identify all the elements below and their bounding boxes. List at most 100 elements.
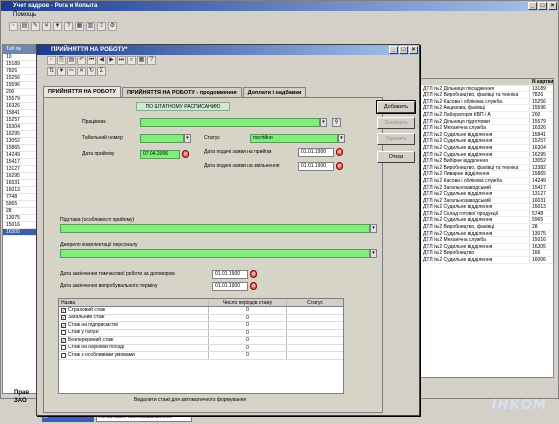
seniority-checkbox[interactable]: ✓ — [61, 315, 66, 321]
list-item[interactable]: ДТЛ №2 Cудильне відділення 5965 — [421, 217, 553, 225]
export-icon[interactable]: ⇪ — [97, 21, 106, 31]
table-row[interactable]: Стаж у галузі 0 — [59, 329, 343, 337]
minimize-icon[interactable]: _ — [528, 2, 537, 10]
next-record-icon[interactable]: ▶ — [107, 56, 116, 65]
source-field[interactable] — [60, 249, 370, 258]
table-row[interactable]: ✓ Загальний стаж 0 — [59, 314, 343, 322]
source-dropdown-icon[interactable]: ▾ — [370, 249, 377, 258]
seniority-checkbox[interactable]: ✓ — [61, 322, 66, 328]
refresh-icon[interactable]: ↻ — [87, 67, 96, 76]
list-item[interactable]: ДТЛ №2 Cудильне відділення 16013 — [421, 204, 553, 211]
dismiss-submit-field[interactable]: 01.01.1900 — [298, 162, 334, 171]
settings-icon[interactable]: ⚙ — [108, 21, 117, 31]
list-item[interactable]: ДТЛ №2 Cудильне відділення 16295 — [421, 151, 553, 159]
tab-number-dropdown-icon[interactable]: ▾ — [184, 134, 191, 143]
basis-field[interactable] — [60, 224, 370, 233]
tab-number-field[interactable] — [140, 134, 184, 143]
employee-lookup-icon[interactable]: ⚲ — [332, 118, 341, 127]
list-item[interactable]: ДТЛ №2 Cудильне відділення 13075 — [421, 230, 553, 238]
hire-date-clear-icon[interactable]: ø — [182, 150, 189, 158]
cancel-button[interactable]: Отказ — [377, 151, 415, 163]
edit-icon[interactable]: ✎ — [31, 21, 40, 31]
maximize-icon[interactable]: □ — [538, 2, 547, 10]
tab-hire[interactable]: ПРИЙНЯТТЯ НА РОБОТУ — [43, 86, 121, 97]
list-item[interactable]: ДТЛ №2 Дільниця посадження 13189 — [421, 85, 553, 93]
open-icon[interactable]: ▤ — [20, 21, 29, 31]
status-dropdown-icon[interactable]: ▾ — [338, 134, 345, 143]
list-item[interactable]: ДТЛ №2 Cудильне відділення 16305 — [421, 243, 553, 251]
status-field[interactable]: постійно — [250, 134, 338, 143]
table-row[interactable]: Стаж з особливими умовами 0 — [59, 352, 343, 360]
list-item[interactable]: ДТЛ №2 Cудильне відділення 16006 — [421, 257, 553, 264]
list-item[interactable]: ДТЛ №2 Лабораторія КВП і А 200 — [421, 111, 553, 119]
submit-date-field[interactable]: 01.01.1900 — [298, 148, 334, 157]
list-item[interactable]: ДТЛ №2 Cудильне відділення 15257 — [421, 138, 553, 145]
cut-icon[interactable]: ✂ — [67, 67, 76, 76]
employee-field[interactable] — [140, 118, 320, 127]
contract-end-field[interactable]: 01.01.1900 — [212, 270, 248, 279]
find-icon[interactable]: ⌕ — [127, 56, 136, 65]
list-item[interactable]: ДТЛ №2 Акцизова, фахівці 15596 — [421, 105, 553, 112]
seniority-table[interactable]: Назва Число періодів стажу Статус ✓ Страх… — [58, 298, 344, 394]
dialog-close-icon[interactable]: × — [409, 46, 418, 54]
report-icon[interactable]: ▥ — [86, 21, 95, 31]
filter-record-icon[interactable]: ▼ — [57, 67, 66, 76]
tab-hire-continued[interactable]: ПРИЙНЯТТЯ НА РОБОТУ - продовження — [121, 87, 242, 97]
undo-icon[interactable]: ↶ — [77, 56, 86, 65]
list-item[interactable]: ДТЛ №2 Cудильне відділення 16304 — [421, 144, 553, 152]
help-icon[interactable]: ? — [64, 21, 73, 31]
print-record-icon[interactable]: ▦ — [137, 56, 146, 65]
dismiss-submit-clear-icon[interactable]: ø — [336, 162, 343, 170]
list-item[interactable]: ДТЛ №2 Касова і облікова служба 14249 — [421, 177, 553, 185]
list-item[interactable]: ДТЛ №2 Механічна служба 15016 — [421, 237, 553, 244]
prev-record-icon[interactable]: ◀ — [97, 56, 106, 65]
list-item[interactable]: ДТЛ №2 Вибірне відділення 13052 — [421, 158, 553, 165]
seniority-checkbox[interactable]: ✓ — [61, 337, 66, 343]
list-item[interactable]: ДТЛ №2 Виробництво, фахівці 28 — [421, 224, 553, 231]
list-item[interactable]: ДТЛ №2 Загальнозаводський 16031 — [421, 197, 553, 205]
menu-help[interactable]: Помощь — [13, 12, 36, 18]
list-item[interactable]: ДТЛ №2 Механічна служба 16326 — [421, 125, 553, 132]
close-icon[interactable]: × — [548, 2, 557, 10]
copy-icon[interactable]: ⎘ — [57, 56, 66, 65]
employee-dropdown-icon[interactable]: ▾ — [320, 118, 327, 127]
table-row[interactable]: ✓ Стаж на підприємстві 0 — [59, 322, 343, 330]
new-record-icon[interactable]: ▫ — [47, 56, 56, 65]
new-icon[interactable]: ▫ — [9, 21, 18, 31]
calc-icon[interactable]: Σ — [97, 67, 106, 76]
print-icon[interactable]: ▦ — [75, 21, 84, 31]
delete-button[interactable]: Удалить — [377, 133, 415, 145]
dialog-help-icon[interactable]: ? — [147, 56, 156, 65]
list-item[interactable]: ДТЛ №2 Виробництво, фахівці та техніка 13… — [421, 164, 553, 172]
probation-end-field[interactable]: 01.01.1900 — [212, 282, 248, 291]
employee-list-right[interactable]: N картки ДТЛ №2 Дільниця посадження 13189… — [420, 78, 554, 378]
paste-icon[interactable]: ▤ — [67, 56, 76, 65]
hire-date-field[interactable]: 07.04.2006 — [140, 150, 180, 159]
clear-icon[interactable]: ✕ — [77, 67, 86, 76]
delete-icon[interactable]: ✕ — [42, 21, 51, 31]
submit-date-clear-icon[interactable]: ø — [336, 148, 343, 156]
seniority-checkbox[interactable] — [61, 352, 66, 358]
list-item[interactable]: ДТЛ №2 Cклад готової продукції 5748 — [421, 210, 553, 218]
table-row[interactable]: ✓ Страховий стаж 0 — [59, 307, 343, 315]
list-item[interactable]: ДТЛ №2 Касова і облікова служба 15256 — [421, 98, 553, 106]
dialog-maximize-icon[interactable]: □ — [399, 46, 408, 54]
probation-end-clear-icon[interactable]: ø — [250, 282, 257, 290]
list-item[interactable]: ДТЛ №2 Cудильне відділення 15841 — [421, 131, 553, 139]
save-button[interactable]: Записать — [377, 117, 415, 129]
table-row[interactable]: ✓ Безперервний стаж 0 — [59, 337, 343, 345]
table-row[interactable]: Стаж на науковій посаді 0 — [59, 344, 343, 352]
dialog-minimize-icon[interactable]: _ — [389, 46, 398, 54]
list-item[interactable]: ДТЛ №2 Виробництво 166 — [421, 250, 553, 258]
list-item[interactable]: ДТЛ №2 Ливарне відділення 15865 — [421, 171, 553, 178]
sort-icon[interactable]: ⇅ — [47, 67, 56, 76]
list-item[interactable]: ДТЛ №2 Загальнозаводський 15417 — [421, 184, 553, 192]
basis-dropdown-icon[interactable]: ▾ — [370, 224, 377, 233]
seniority-checkbox[interactable] — [61, 330, 66, 336]
list-item[interactable]: ДТЛ №2 Дільниця підготовки 15579 — [421, 118, 553, 126]
first-record-icon[interactable]: ⏮ — [87, 56, 96, 65]
contract-end-clear-icon[interactable]: ø — [250, 270, 257, 278]
last-record-icon[interactable]: ⏭ — [117, 56, 126, 65]
list-item[interactable]: ДТЛ №2 Cудильне відділення 13127 — [421, 191, 553, 198]
seniority-checkbox[interactable]: ✓ — [61, 307, 66, 313]
